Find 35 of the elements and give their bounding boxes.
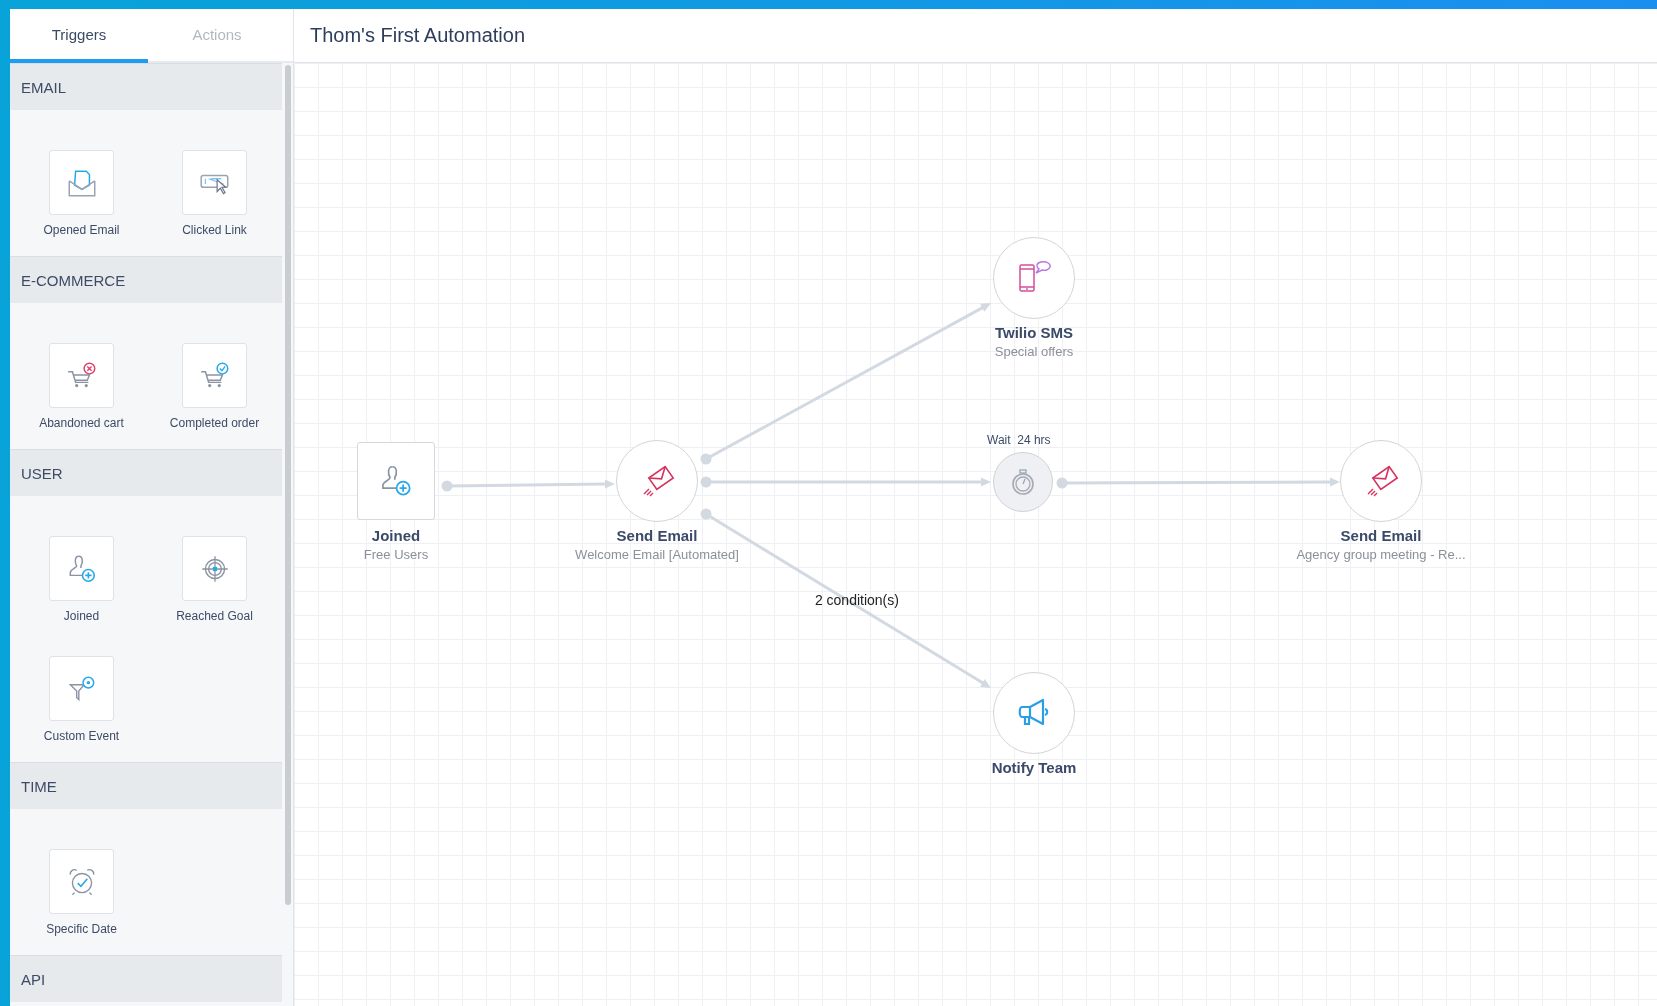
wait-label: Wait 24 hrs	[987, 433, 1051, 447]
condition-label[interactable]: 2 condition(s)	[814, 592, 899, 609]
trigger-tile[interactable]	[182, 343, 247, 408]
tile-label: Opened Email	[43, 223, 120, 237]
node-title: Send Email	[1340, 527, 1422, 544]
tile-label: Custom Event	[43, 729, 120, 743]
trigger-tile[interactable]	[49, 536, 114, 601]
trigger-tile[interactable]	[49, 656, 114, 721]
section-header[interactable]: TIME	[10, 762, 282, 809]
tile-label: Completed order	[169, 416, 260, 430]
section-header[interactable]: API	[10, 955, 282, 1002]
node-title: Twilio SMS	[994, 324, 1074, 341]
node-subtitle: Special offers	[994, 344, 1074, 359]
section-header[interactable]: E-COMMERCE	[10, 256, 282, 303]
trigger-tile[interactable]	[182, 150, 247, 215]
tile-label: Reached Goal	[176, 609, 253, 623]
tile-label: Abandoned cart	[39, 416, 124, 430]
node-subtitle: Free Users	[363, 547, 429, 562]
tile-label: Clicked Link	[182, 223, 247, 237]
scrollbar[interactable]	[285, 65, 291, 905]
node-title: Joined	[371, 527, 421, 544]
node-title: Notify Team	[991, 759, 1077, 776]
section-header[interactable]: EMAIL	[10, 63, 282, 110]
section-header[interactable]: USER	[10, 449, 282, 496]
tile-label: Joined	[63, 609, 100, 623]
tile-label: Specific Date	[46, 922, 117, 936]
trigger-tile[interactable]	[49, 849, 114, 914]
trigger-tile[interactable]	[182, 536, 247, 601]
trigger-tile[interactable]	[49, 150, 114, 215]
trigger-tile[interactable]	[49, 343, 114, 408]
node-subtitle: Welcome Email [Automated]	[575, 547, 739, 562]
automation-title: Thom's First Automation	[310, 24, 525, 47]
trigger-node[interactable]	[357, 442, 435, 520]
node-title: Send Email	[616, 527, 698, 544]
node-subtitle: Agency group meeting - Re...	[1296, 547, 1466, 562]
